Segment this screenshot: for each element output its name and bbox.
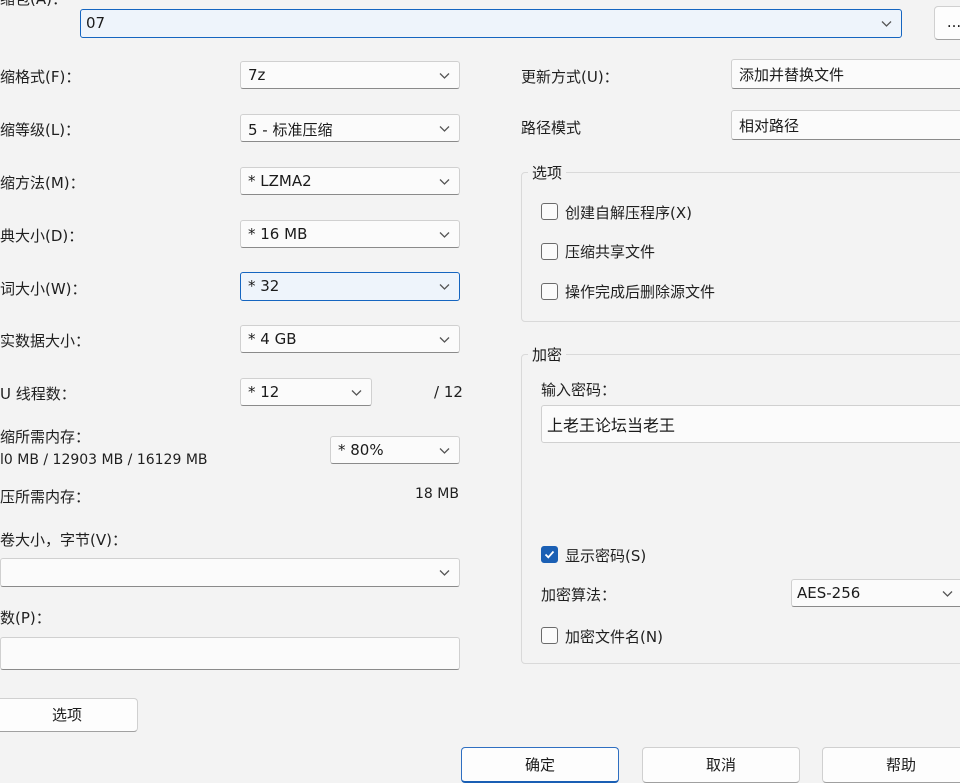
password-value: 上老王论坛当老王 [547,416,676,435]
mem-decompress-label: 压所需内存： [0,488,91,506]
volume-select[interactable] [0,558,460,587]
sfx-checkbox[interactable] [541,203,558,220]
method-value: * LZMA2 [248,172,312,190]
delete-after-checkbox[interactable] [541,283,558,300]
chevron-down-icon [439,570,450,576]
show-password-checkbox[interactable] [541,546,558,563]
chevron-down-icon [942,591,953,597]
archive-value: 07 [86,14,106,32]
path-mode-label: 路径模式 [521,119,582,137]
options-button-label: 选项 [51,706,82,724]
update-mode-value: 添加并替换文件 [739,66,845,84]
encryption-group-title: 加密 [528,344,567,365]
browse-button[interactable]: ... [934,6,960,40]
options-button[interactable]: 选项 [0,698,138,732]
volume-label: 卷大小，字节(V)： [0,531,127,549]
dict-label: 典大小(D)： [0,227,84,245]
format-value: 7z [248,66,266,84]
chevron-down-icon [351,390,362,396]
encryption-group [521,354,960,664]
mem-compress-detail: l0 MB / 12903 MB / 16129 MB [0,452,208,468]
sfx-label[interactable]: 创建自解压程序(X) [565,202,692,223]
threads-max: / 12 [434,383,463,401]
dict-value: * 16 MB [248,225,308,243]
threads-value: * 12 [248,383,280,401]
threads-select[interactable]: * 12 [240,378,372,406]
threads-label: U 线程数： [0,385,76,403]
chevron-down-icon [439,448,450,454]
chevron-down-icon [881,21,892,27]
level-select[interactable]: 5 - 标准压缩 [240,114,460,142]
show-password-label[interactable]: 显示密码(S) [565,545,646,566]
solid-select[interactable]: * 4 GB [240,325,460,353]
encrypt-names-checkbox[interactable] [541,627,558,644]
archive-combo[interactable]: 07 [80,9,902,38]
solid-label: 实数据大小： [0,332,91,350]
mem-decompress-value: 18 MB [415,486,459,502]
chevron-down-icon [439,284,450,290]
word-value: * 32 [248,277,280,295]
help-button-label: 帮助 [885,756,916,774]
chevron-down-icon [439,179,450,185]
encrypt-names-label[interactable]: 加密文件名(N) [565,626,663,647]
update-mode-label: 更新方式(U)： [521,68,619,86]
encryption-method-value: AES-256 [797,584,861,602]
update-mode-select[interactable]: 添加并替换文件 [731,59,960,89]
level-value: 5 - 标准压缩 [248,121,333,139]
mem-percent-select[interactable]: * 80% [330,436,460,464]
chevron-down-icon [439,126,450,132]
chevron-down-icon [439,232,450,238]
path-mode-value: 相对路径 [739,117,800,135]
delete-after-label[interactable]: 操作完成后删除源文件 [565,281,715,302]
level-label: 缩等级(L)： [0,121,81,139]
browse-label: ... [946,13,960,31]
method-select[interactable]: * LZMA2 [240,167,460,195]
chevron-down-icon [439,337,450,343]
password-input[interactable]: 上老王论坛当老王 [541,405,960,443]
params-label: 数(P)： [0,609,51,627]
checkmark-icon [544,550,555,559]
word-select[interactable]: * 32 [240,272,460,301]
format-label: 缩格式(F)： [0,68,81,86]
archive-label: 缩包(A)： [0,0,67,9]
options-group-title: 选项 [528,162,567,183]
mem-percent-value: * 80% [338,441,384,459]
cancel-button-label: 取消 [705,756,736,774]
format-select[interactable]: 7z [240,61,460,89]
mem-compress-label: 缩所需内存： [0,428,91,446]
encryption-method-select[interactable]: AES-256 [791,579,960,607]
solid-value: * 4 GB [248,330,297,348]
password-label: 输入密码： [541,381,617,399]
help-button[interactable]: 帮助 [822,747,960,783]
dict-select[interactable]: * 16 MB [240,220,460,248]
word-label: 词大小(W)： [0,280,87,298]
method-label: 缩方法(M)： [0,174,85,192]
params-input[interactable] [0,637,460,670]
path-mode-select[interactable]: 相对路径 [731,110,960,140]
shared-files-label[interactable]: 压缩共享文件 [565,241,655,262]
encryption-method-label: 加密算法： [541,586,617,604]
ok-button-label: 确定 [524,756,555,774]
chevron-down-icon [439,73,450,79]
ok-button[interactable]: 确定 [461,747,619,783]
shared-files-checkbox[interactable] [541,243,558,260]
cancel-button[interactable]: 取消 [642,747,800,783]
